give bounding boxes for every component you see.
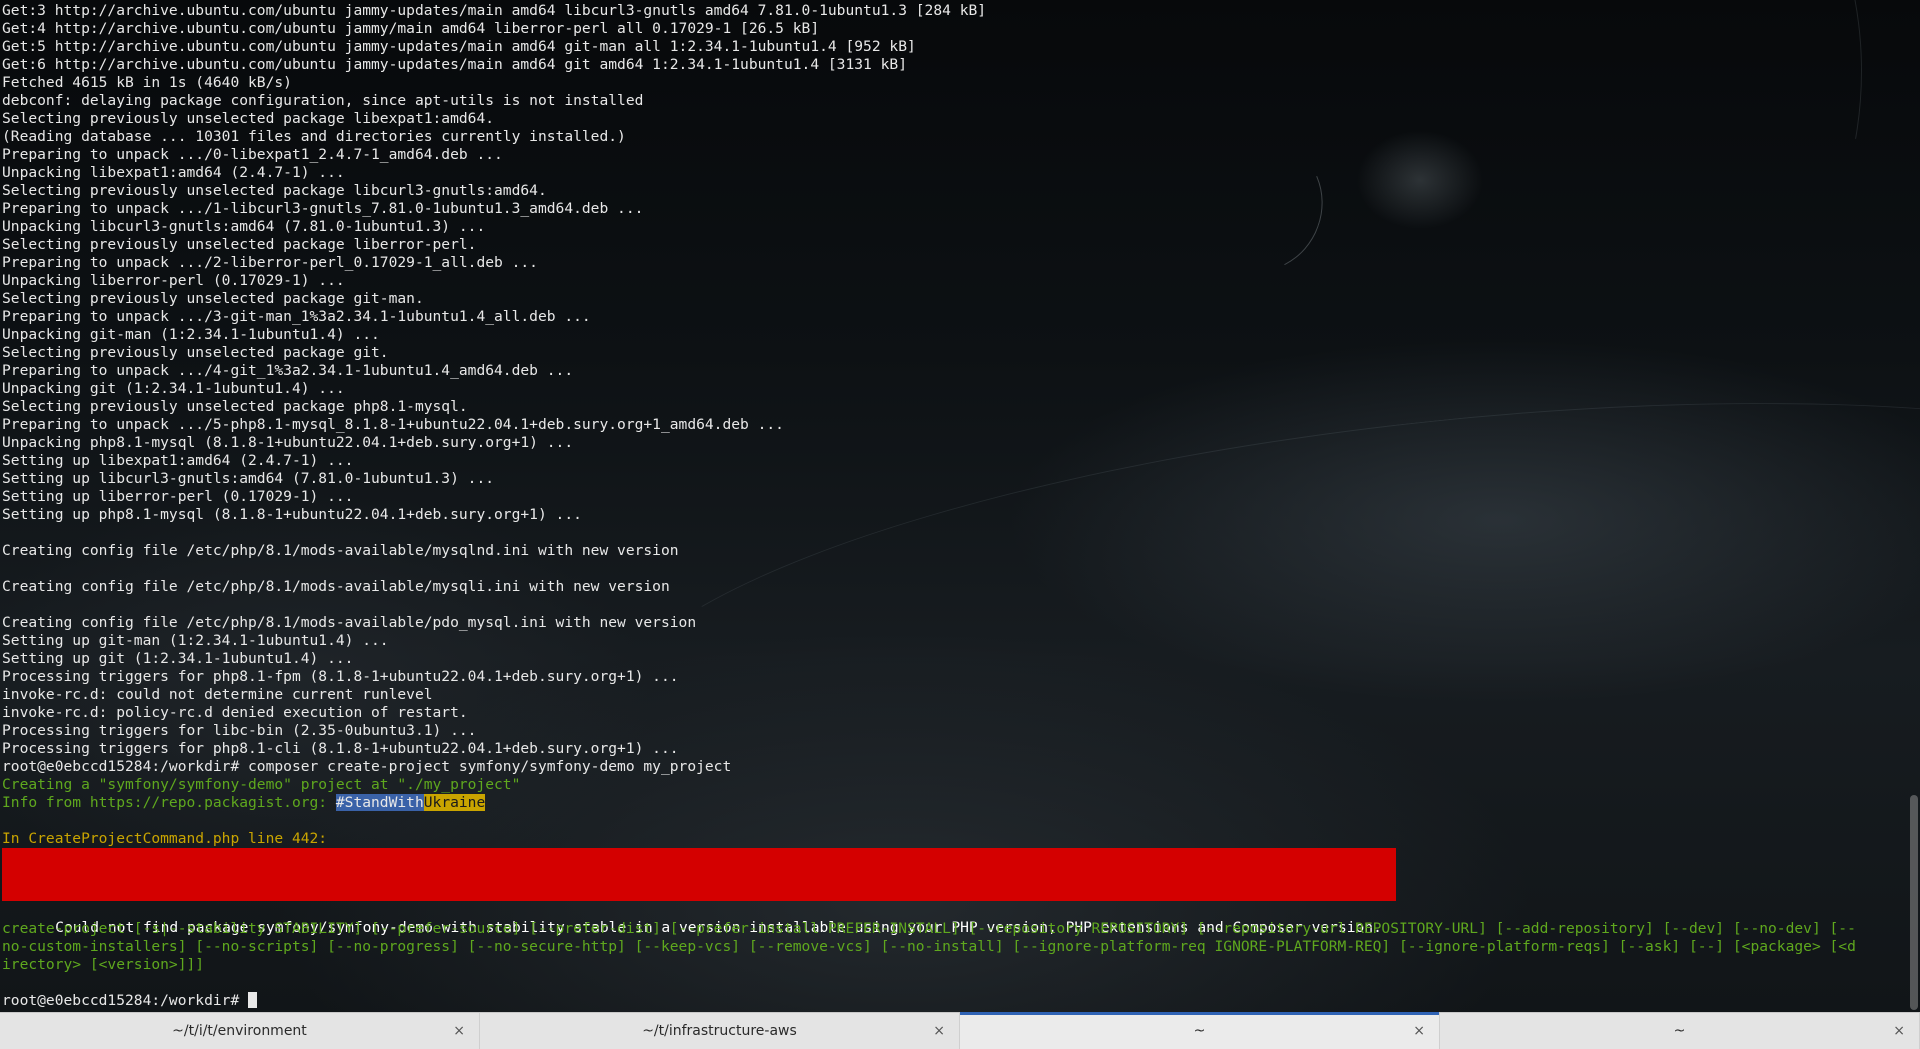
terminal-output: Get:3 http://archive.ubuntu.com/ubuntu j… — [2, 2, 1902, 848]
terminal-line: Get:6 http://archive.ubuntu.com/ubuntu j… — [2, 56, 907, 73]
terminal-line: Get:3 http://archive.ubuntu.com/ubuntu j… — [2, 2, 987, 19]
scrollbar-thumb[interactable] — [1910, 795, 1918, 1010]
usage-line: no-custom-installers] [--no-scripts] [--… — [2, 938, 1856, 955]
terminal-line: Fetched 4615 kB in 1s (4640 kB/s) — [2, 74, 292, 91]
tab-label: ~ — [1193, 1023, 1206, 1039]
terminal-line: debconf: delaying package configuration,… — [2, 92, 644, 109]
terminal-line: Preparing to unpack .../0-libexpat1_2.4.… — [2, 146, 503, 163]
terminal-line: Selecting previously unselected package … — [2, 110, 495, 127]
terminal-line: (Reading database ... 10301 files and di… — [2, 128, 626, 145]
usage-line: create-project [-s|--stability STABILITY… — [2, 920, 1856, 937]
terminal-line: Unpacking git-man (1:2.34.1-1ubuntu1.4) … — [2, 326, 380, 343]
terminal-line: Unpacking liberror-perl (0.17029-1) ... — [2, 272, 345, 289]
terminal-line: Selecting previously unselected package … — [2, 398, 468, 415]
terminal-tab[interactable]: ~/t/i/t/environment × — [0, 1013, 480, 1049]
terminal-line: Setting up libcurl3-gnutls:amd64 (7.81.0… — [2, 470, 495, 487]
terminal-line: Preparing to unpack .../4-git_1%3a2.34.1… — [2, 362, 574, 379]
terminal-line: Unpacking git (1:2.34.1-1ubuntu1.4) ... — [2, 380, 345, 397]
standwith-tag: #StandWith — [335, 794, 424, 811]
terminal-line: Setting up php8.1-mysql (8.1.8-1+ubuntu2… — [2, 506, 582, 523]
terminal-line: Selecting previously unselected package … — [2, 344, 389, 361]
tab-label: ~ — [1673, 1023, 1686, 1039]
terminal-line: Get:4 http://archive.ubuntu.com/ubuntu j… — [2, 20, 820, 37]
text-cursor — [248, 992, 258, 1008]
info-prefix: Info from https://repo.packagist.org: — [2, 794, 336, 811]
terminal-tab[interactable]: ~ × — [1440, 1013, 1920, 1049]
terminal-line: Processing triggers for php8.1-fpm (8.1.… — [2, 668, 679, 685]
terminal-line: Unpacking libcurl3-gnutls:amd64 (7.81.0-… — [2, 218, 486, 235]
terminal-line: Selecting previously unselected package … — [2, 182, 547, 199]
terminal-line: invoke-rc.d: policy-rc.d denied executio… — [2, 704, 468, 721]
command-prompt[interactable]: root@e0ebccd15284:/workdir# — [2, 992, 258, 1010]
usage-line: irectory> [<version>]]] — [2, 956, 205, 973]
close-icon[interactable]: × — [933, 1024, 945, 1038]
terminal-line: Processing triggers for libc-bin (2.35-0… — [2, 722, 477, 739]
usage-help: create-project [-s|--stability STABILITY… — [2, 920, 1900, 974]
terminal-line: Selecting previously unselected package … — [2, 236, 477, 253]
terminal-line: Setting up git (1:2.34.1-1ubuntu1.4) ... — [2, 650, 354, 667]
terminal-line: Setting up git-man (1:2.34.1-1ubuntu1.4)… — [2, 632, 389, 649]
terminal-line: Setting up liberror-perl (0.17029-1) ... — [2, 488, 354, 505]
terminal-line: Selecting previously unselected package … — [2, 290, 424, 307]
terminal-tab[interactable]: ~/t/infrastructure-aws × — [480, 1013, 960, 1049]
terminal-line: Creating a "symfony/symfony-demo" projec… — [2, 776, 521, 793]
terminal-view[interactable]: Get:3 http://archive.ubuntu.com/ubuntu j… — [0, 0, 1920, 1012]
terminal-line: Setting up libexpat1:amd64 (2.4.7-1) ... — [2, 452, 354, 469]
error-location: In CreateProjectCommand.php line 442: — [2, 830, 328, 847]
terminal-line: Unpacking libexpat1:amd64 (2.4.7-1) ... — [2, 164, 345, 181]
packagist-info-line: Info from https://repo.packagist.org: #S… — [2, 794, 1902, 812]
terminal-tab[interactable]: ~ × — [960, 1012, 1440, 1049]
terminal-line: Preparing to unpack .../2-liberror-perl_… — [2, 254, 538, 271]
terminal-line: Unpacking php8.1-mysql (8.1.8-1+ubuntu22… — [2, 434, 574, 451]
tab-label: ~/t/i/t/environment — [172, 1023, 307, 1039]
scrollbar[interactable] — [1908, 0, 1918, 1012]
prompt-text: root@e0ebccd15284:/workdir# — [2, 992, 249, 1009]
terminal-line: Preparing to unpack .../3-git-man_1%3a2.… — [2, 308, 591, 325]
error-banner: Could not find package symfony/symfony-d… — [2, 848, 1396, 936]
terminal-line: Creating config file /etc/php/8.1/mods-a… — [2, 578, 670, 595]
terminal-line: Processing triggers for php8.1-cli (8.1.… — [2, 740, 679, 757]
tab-bar: ~/t/i/t/environment × ~/t/infrastructure-a… — [0, 1012, 1920, 1049]
terminal-line: Preparing to unpack .../1-libcurl3-gnutl… — [2, 200, 644, 217]
terminal-line: invoke-rc.d: could not determine current… — [2, 686, 433, 703]
close-icon[interactable]: × — [1893, 1024, 1905, 1038]
terminal-line: Get:5 http://archive.ubuntu.com/ubuntu j… — [2, 38, 916, 55]
tab-label: ~/t/infrastructure-aws — [642, 1023, 797, 1039]
terminal-line: root@e0ebccd15284:/workdir# composer cre… — [2, 758, 732, 775]
terminal-line: Creating config file /etc/php/8.1/mods-a… — [2, 614, 697, 631]
ukraine-tag: Ukraine — [423, 794, 486, 811]
terminal-line: Creating config file /etc/php/8.1/mods-a… — [2, 542, 679, 559]
close-icon[interactable]: × — [453, 1024, 465, 1038]
close-icon[interactable]: × — [1413, 1024, 1425, 1038]
terminal-line: Preparing to unpack .../5-php8.1-mysql_8… — [2, 416, 784, 433]
